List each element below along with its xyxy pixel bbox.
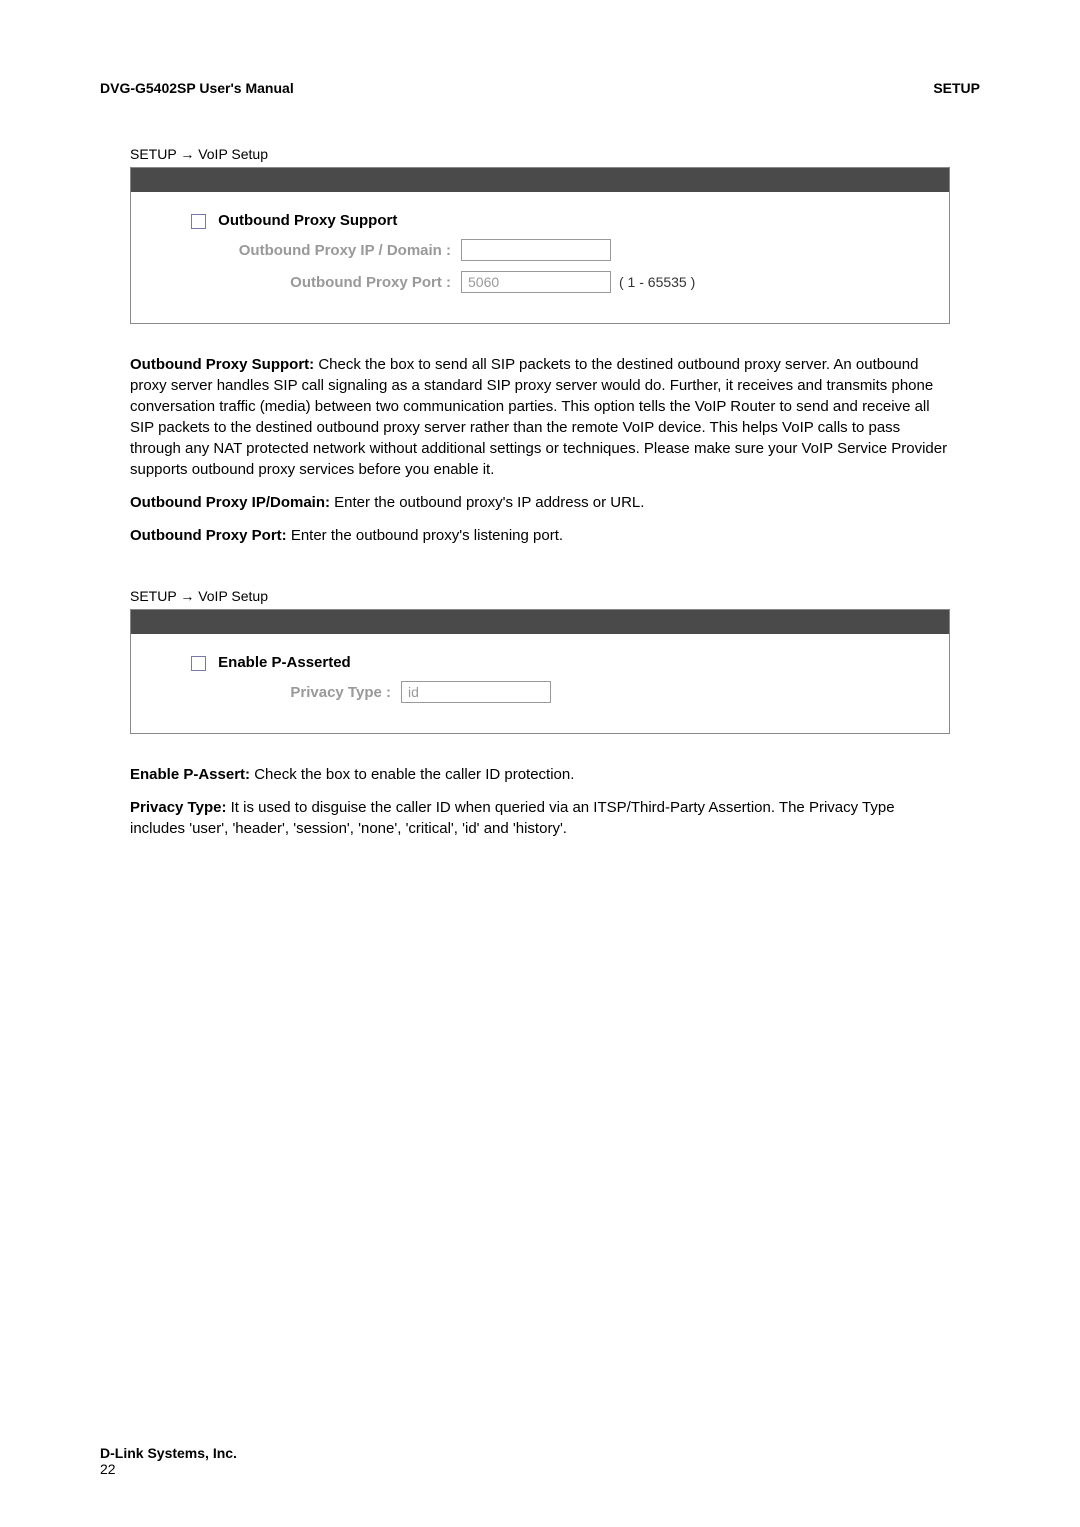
- outbound-proxy-ip-input[interactable]: [461, 239, 611, 261]
- desc-outbound-proxy-support: Outbound Proxy Support: Check the box to…: [130, 354, 950, 480]
- outbound-proxy-ip-label: Outbound Proxy IP / Domain :: [191, 242, 461, 259]
- desc-outbound-proxy-port: Outbound Proxy Port: Enter the outbound …: [130, 525, 950, 546]
- enable-p-asserted-checkbox[interactable]: [191, 656, 206, 671]
- outbound-proxy-port-label: Outbound Proxy Port :: [191, 274, 461, 291]
- desc-outbound-proxy-ip: Outbound Proxy IP/Domain: Enter the outb…: [130, 492, 950, 513]
- desc-bold-1: Outbound Proxy Support:: [130, 356, 318, 373]
- outbound-proxy-port-hint: ( 1 - 65535 ): [619, 274, 695, 290]
- desc-privacy-type: Privacy Type: It is used to disguise the…: [130, 797, 950, 839]
- outbound-proxy-support-checkbox[interactable]: [191, 214, 206, 229]
- desc-text-1: Check the box to send all SIP packets to…: [130, 356, 947, 478]
- desc2-text-2: It is used to disguise the caller ID whe…: [130, 799, 895, 837]
- desc-text-3: Enter the outbound proxy's listening por…: [291, 527, 563, 544]
- enable-p-asserted-row: Enable P-Asserted: [191, 654, 919, 671]
- desc2-text-1: Check the box to enable the caller ID pr…: [254, 766, 574, 783]
- page-footer: D-Link Systems, Inc. 22: [100, 1445, 237, 1477]
- outbound-proxy-support-label: Outbound Proxy Support: [218, 212, 397, 229]
- outbound-proxy-panel: Outbound Proxy Support Outbound Proxy IP…: [130, 167, 950, 324]
- breadcrumb-2: SETUP → VoIP Setup: [130, 588, 980, 604]
- footer-page-number: 22: [100, 1461, 237, 1477]
- outbound-proxy-support-row: Outbound Proxy Support: [191, 212, 919, 229]
- outbound-proxy-ip-row: Outbound Proxy IP / Domain :: [191, 239, 919, 261]
- header-left: DVG-G5402SP User's Manual: [100, 80, 294, 96]
- outbound-proxy-port-row: Outbound Proxy Port : ( 1 - 65535 ): [191, 271, 919, 293]
- page-header: DVG-G5402SP User's Manual SETUP: [100, 80, 980, 96]
- enable-p-asserted-label: Enable P-Asserted: [218, 654, 351, 671]
- privacy-type-label: Privacy Type :: [191, 684, 401, 701]
- privacy-type-row: Privacy Type :: [191, 681, 919, 703]
- desc2-bold-1: Enable P-Assert:: [130, 766, 254, 783]
- privacy-type-input[interactable]: [401, 681, 551, 703]
- breadcrumb-1: SETUP → VoIP Setup: [130, 146, 980, 162]
- panel-header-1: [131, 168, 949, 192]
- header-right: SETUP: [933, 80, 980, 96]
- outbound-proxy-port-input[interactable]: [461, 271, 611, 293]
- panel-header-2: [131, 610, 949, 634]
- p-asserted-panel: Enable P-Asserted Privacy Type :: [130, 609, 950, 734]
- desc-text-2: Enter the outbound proxy's IP address or…: [334, 494, 644, 511]
- desc-enable-p-assert: Enable P-Assert: Check the box to enable…: [130, 764, 950, 785]
- desc-bold-3: Outbound Proxy Port:: [130, 527, 291, 544]
- footer-company: D-Link Systems, Inc.: [100, 1445, 237, 1461]
- desc-bold-2: Outbound Proxy IP/Domain:: [130, 494, 334, 511]
- desc2-bold-2: Privacy Type:: [130, 799, 231, 816]
